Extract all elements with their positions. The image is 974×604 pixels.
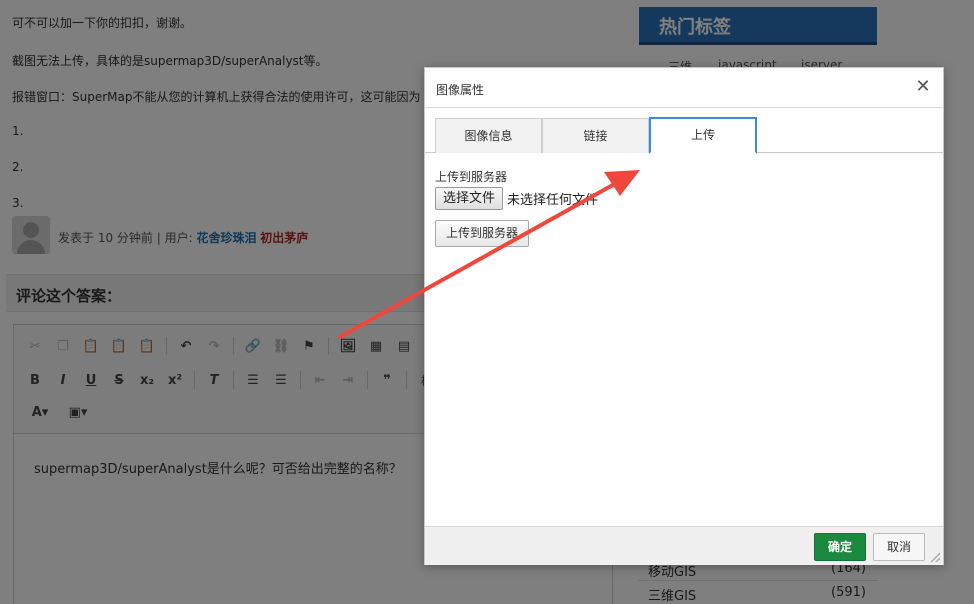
tab-link[interactable]: 链接 bbox=[542, 118, 649, 153]
tab-upload[interactable]: 上传 bbox=[649, 117, 757, 154]
choose-file-button[interactable]: 选择文件 bbox=[435, 187, 504, 210]
dialog-title: 图像属性 bbox=[436, 83, 485, 97]
dialog-tabs: 图像信息 链接 上传 bbox=[425, 116, 943, 154]
upload-to-server-button[interactable]: 上传到服务器 bbox=[435, 220, 530, 247]
image-properties-dialog: 图像属性 ✕ 图像信息 链接 上传 上传到服务器 选择文件 未选择任何文件 上传… bbox=[424, 67, 944, 565]
resize-grip-icon[interactable] bbox=[930, 552, 940, 562]
close-icon[interactable]: ✕ bbox=[913, 77, 933, 97]
dialog-header[interactable]: 图像属性 bbox=[425, 68, 943, 108]
dialog-footer: 确定 取消 bbox=[425, 526, 943, 565]
upload-tab-content: 上传到服务器 选择文件 未选择任何文件 上传到服务器 bbox=[435, 168, 935, 247]
tab-image-info[interactable]: 图像信息 bbox=[435, 118, 542, 153]
file-status-text: 未选择任何文件 bbox=[507, 193, 599, 208]
upload-field-label: 上传到服务器 bbox=[435, 170, 508, 184]
cancel-button[interactable]: 取消 bbox=[873, 533, 925, 561]
ok-button[interactable]: 确定 bbox=[814, 533, 866, 561]
file-input-row: 选择文件 未选择任何文件 bbox=[435, 187, 935, 210]
